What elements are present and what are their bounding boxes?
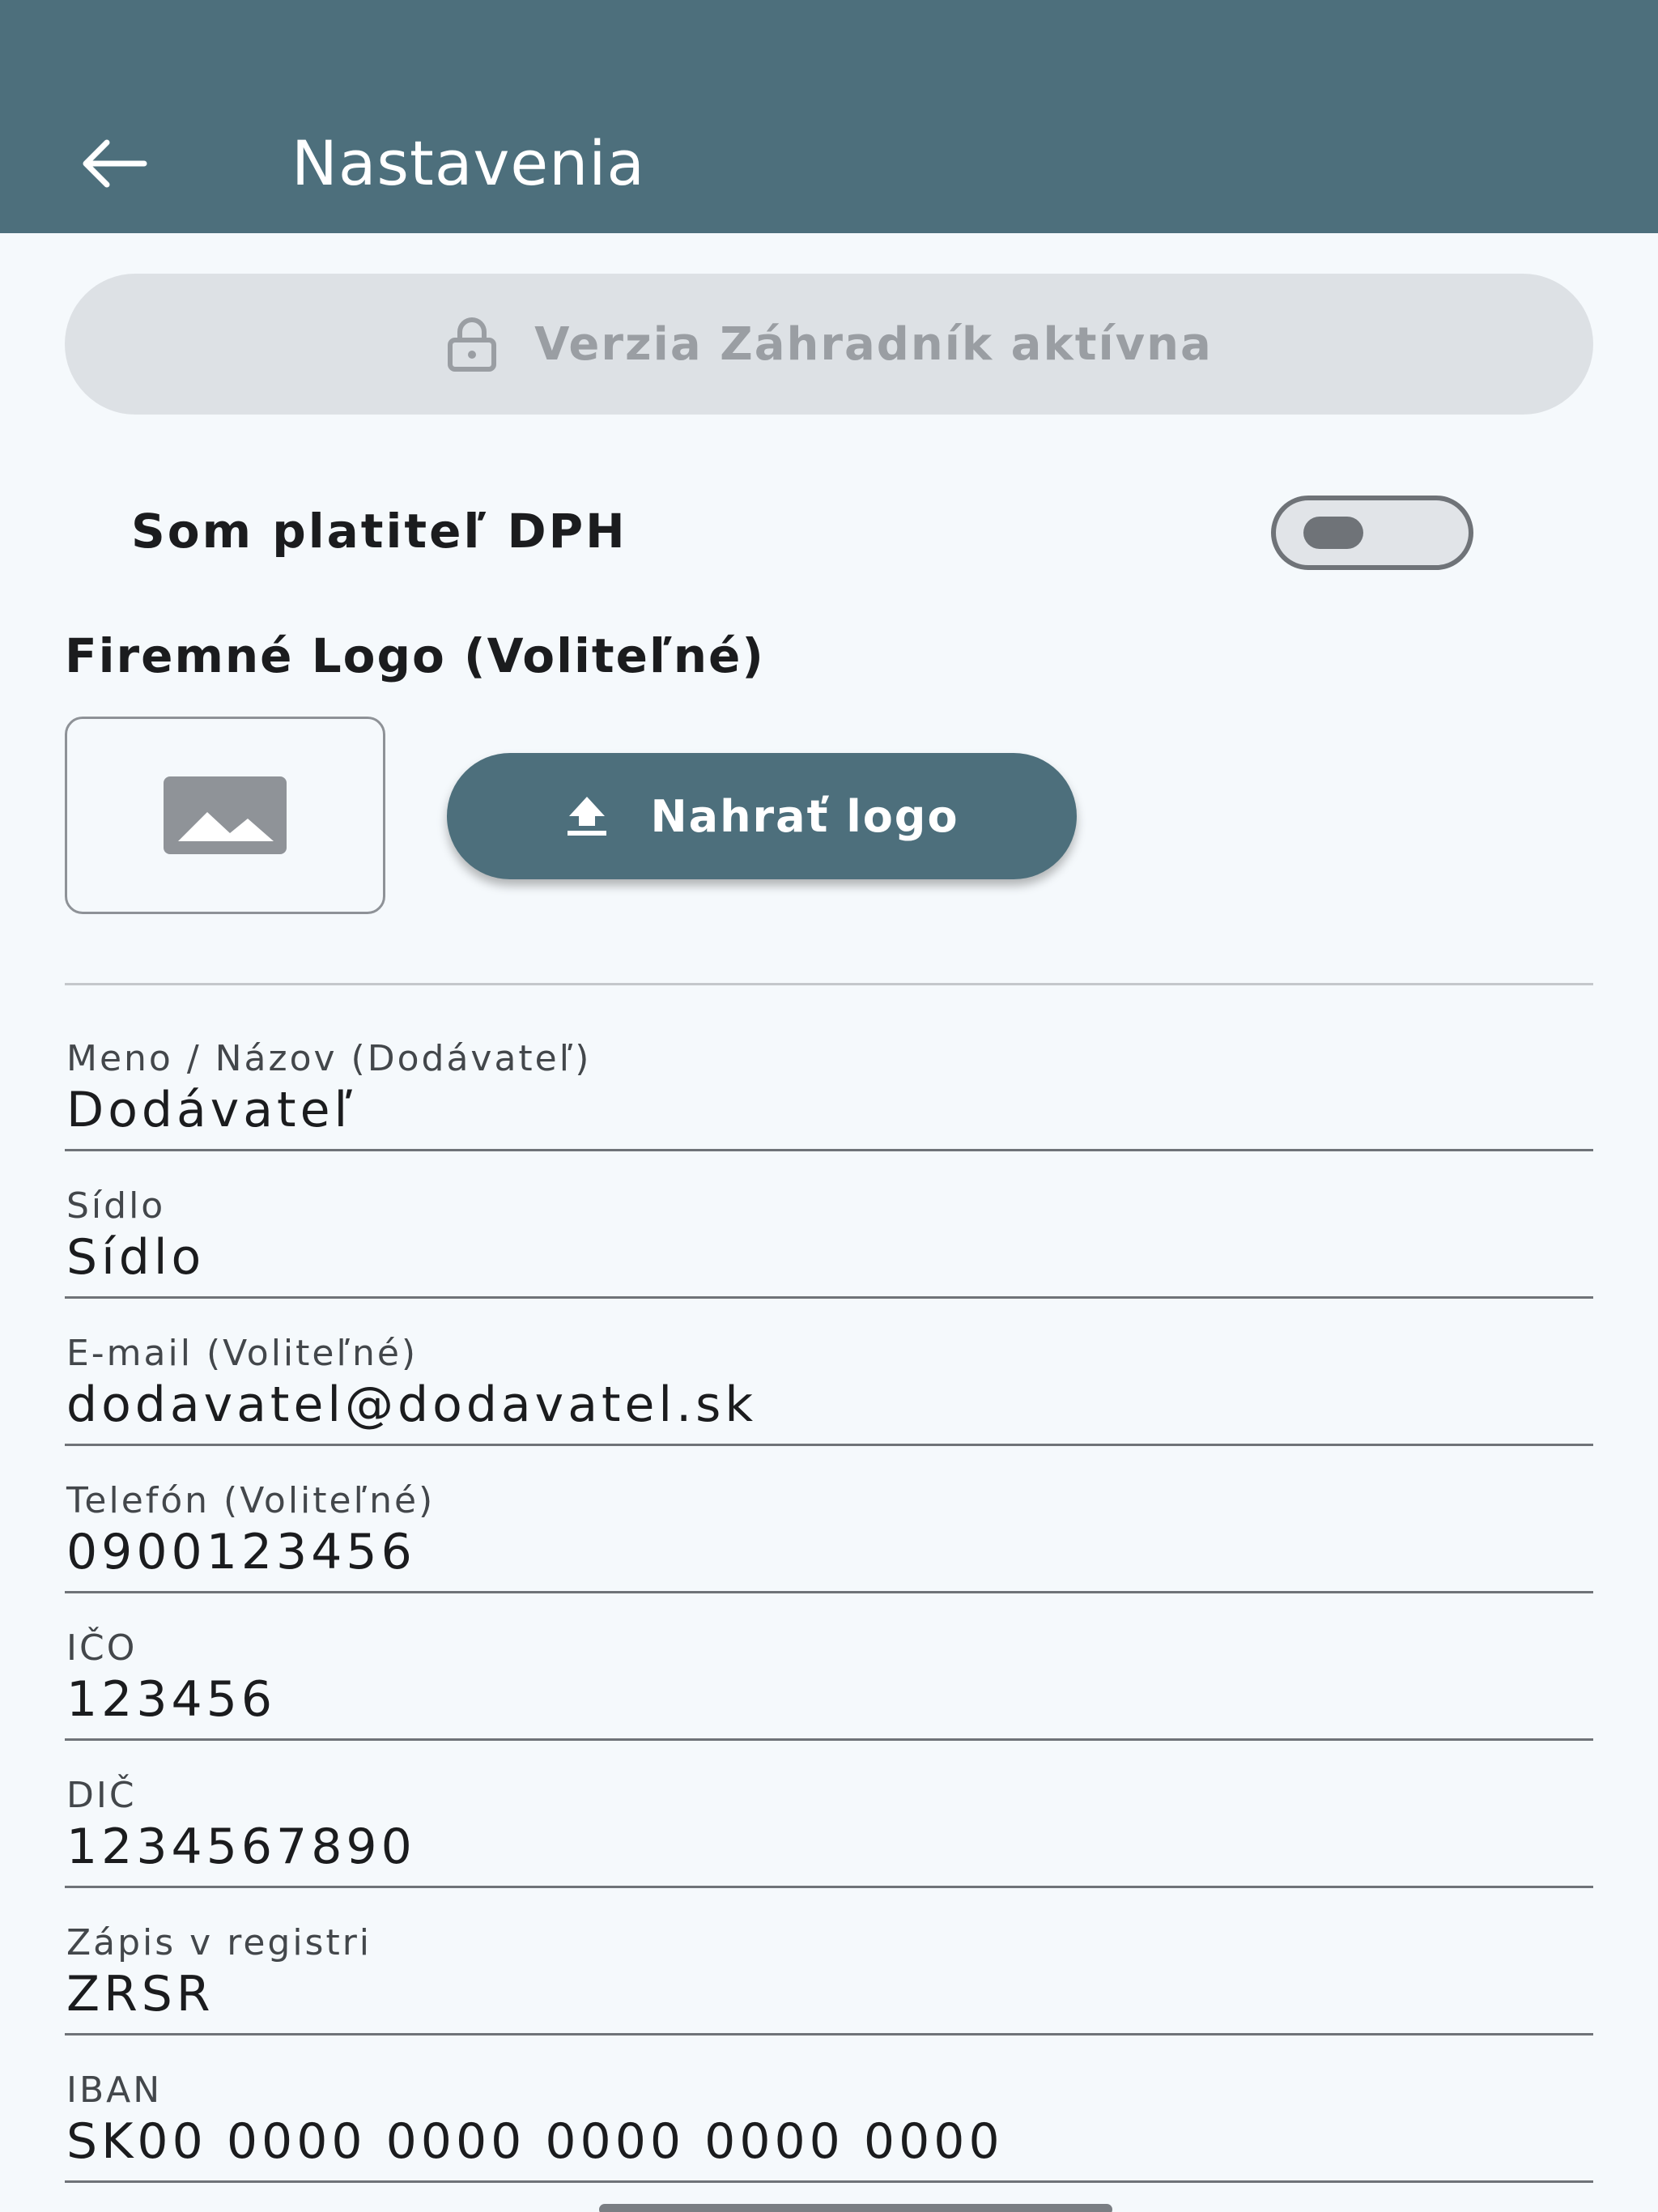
field-label: E-mail (Voliteľné): [66, 1333, 419, 1374]
switch-thumb: [1303, 517, 1363, 549]
page-title: Nastavenia: [291, 127, 645, 199]
field-label: IČO: [66, 1627, 138, 1669]
register-field[interactable]: Zápis v registri ZRSR: [65, 1888, 1593, 2035]
company-logo-title: Firemné Logo (Voliteľné): [65, 628, 765, 683]
field-label: IBAN: [66, 2069, 163, 2111]
field-label: Zápis v registri: [66, 1922, 372, 1963]
field-label: Meno / Názov (Dodávateľ): [66, 1038, 592, 1079]
next-field-partial: [65, 2194, 1593, 2212]
email-field[interactable]: E-mail (Voliteľné) dodavatel@dodavatel.s…: [65, 1299, 1593, 1446]
ico-field[interactable]: IČO 123456: [65, 1593, 1593, 1741]
field-value: 123456: [66, 1671, 277, 1728]
iban-field[interactable]: IBAN SK00 0000 0000 0000 0000 0000: [65, 2035, 1593, 2183]
field-value: 0900123456: [66, 1524, 416, 1580]
arrow-left-icon: [83, 139, 147, 188]
field-value: Dodávateľ: [66, 1082, 356, 1138]
field-value: ZRSR: [66, 1966, 215, 2023]
dic-field[interactable]: DIČ 1234567890: [65, 1741, 1593, 1888]
image-icon: [164, 776, 287, 854]
field-label: DIČ: [66, 1775, 137, 1816]
field-value: Sídlo: [66, 1229, 206, 1286]
version-banner: Verzia Záhradník aktívna: [65, 274, 1593, 415]
field-value: dodavatel@dodavatel.sk: [66, 1376, 758, 1433]
version-banner-label: Verzia Záhradník aktívna: [534, 317, 1213, 371]
back-button[interactable]: [73, 130, 154, 198]
logo-preview: [65, 717, 385, 914]
lock-icon: [445, 316, 499, 372]
field-value: 1234567890: [66, 1819, 416, 1875]
upload-logo-label: Nahrať logo: [650, 790, 959, 842]
field-label: Sídlo: [66, 1185, 166, 1227]
field-label: Telefón (Voliteľné): [66, 1480, 436, 1521]
vat-payer-label: Som platiteľ DPH: [131, 504, 627, 559]
scrollbar[interactable]: [599, 2204, 1112, 2212]
address-field[interactable]: Sídlo Sídlo: [65, 1151, 1593, 1299]
field-value: SK00 0000 0000 0000 0000 0000: [66, 2113, 1004, 2170]
vat-payer-row[interactable]: Som platiteľ DPH: [65, 478, 1593, 591]
app-bar: Nastavenia: [0, 0, 1658, 233]
upload-icon: [564, 795, 610, 837]
upload-logo-button[interactable]: Nahrať logo: [447, 753, 1077, 879]
supplier-name-field[interactable]: Meno / Názov (Dodávateľ) Dodávateľ: [65, 1004, 1593, 1151]
section-divider: [65, 983, 1593, 985]
vat-payer-switch[interactable]: [1271, 496, 1473, 570]
phone-field[interactable]: Telefón (Voliteľné) 0900123456: [65, 1446, 1593, 1593]
